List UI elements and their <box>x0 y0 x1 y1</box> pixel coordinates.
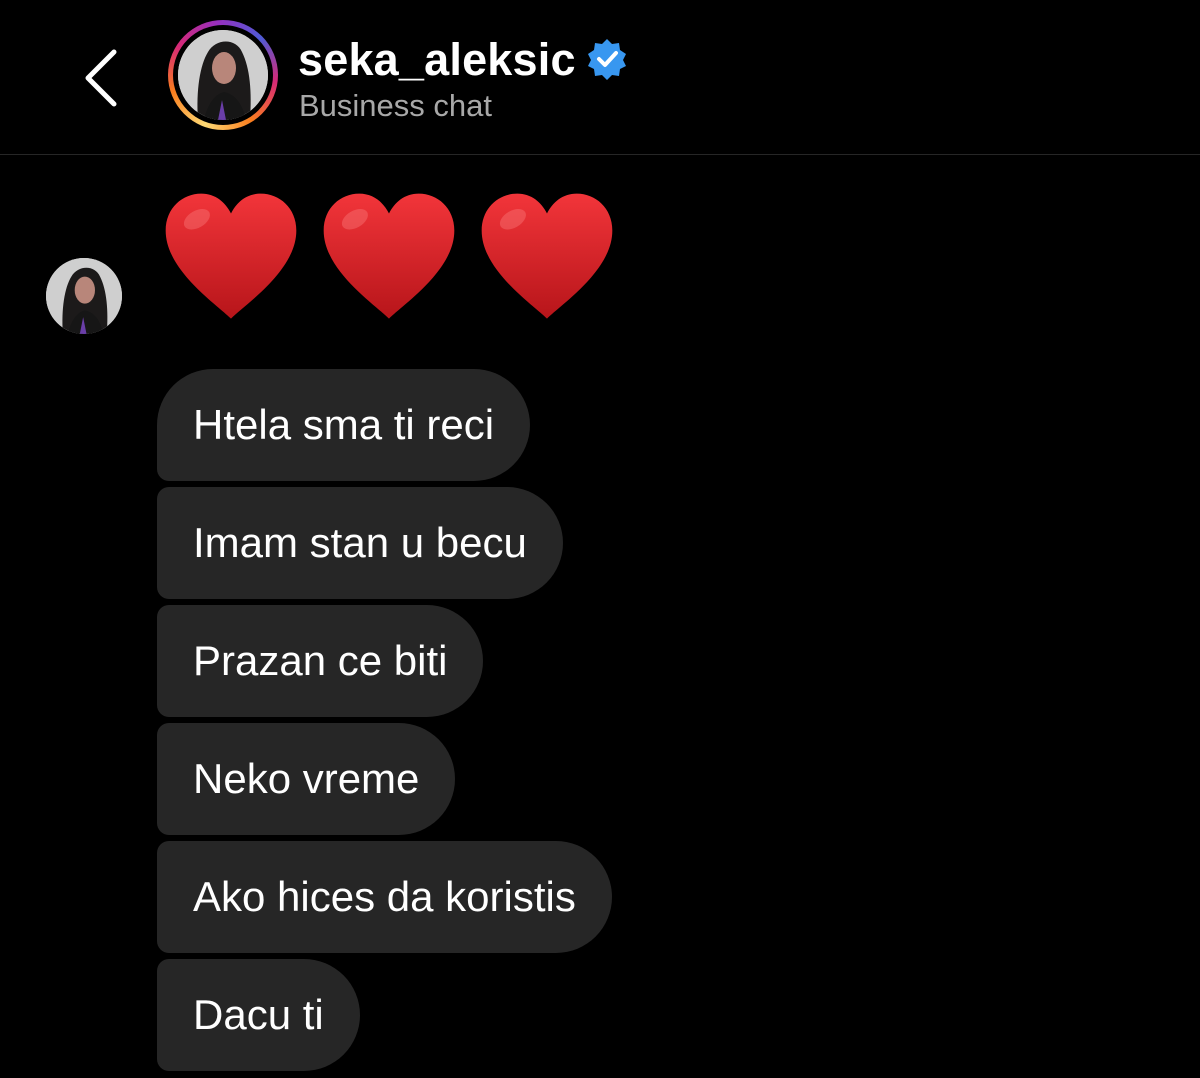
sender-avatar[interactable] <box>46 258 122 334</box>
message-bubble[interactable]: Neko vreme <box>157 723 456 835</box>
message-text: Imam stan u becu <box>193 519 527 566</box>
message-bubble[interactable]: Htela sma ti reci <box>157 369 531 481</box>
emoji-message[interactable] <box>160 188 618 330</box>
red-heart-icon <box>481 193 613 319</box>
message-text: Prazan ce biti <box>193 637 448 684</box>
message-text: Neko vreme <box>193 755 420 802</box>
chat-subtitle: Business chat <box>299 88 492 123</box>
message-text: Dacu ti <box>193 991 324 1038</box>
message-bubble[interactable]: Prazan ce biti <box>157 605 484 717</box>
message-text: Ako hices da koristis <box>193 873 576 920</box>
red-heart-icon <box>323 193 455 319</box>
chevron-left-icon <box>85 49 117 107</box>
chat-header: seka_aleksic Business chat <box>0 0 1200 155</box>
username: seka_aleksic <box>298 33 576 85</box>
header-avatar[interactable] <box>168 20 278 130</box>
profile-name-row[interactable]: seka_aleksic <box>298 30 628 88</box>
verified-badge-icon <box>587 39 626 80</box>
message-text: Htela sma ti reci <box>193 401 495 448</box>
message-bubble[interactable]: Imam stan u becu <box>157 487 563 599</box>
message-bubble[interactable]: Ako hices da koristis <box>157 841 612 953</box>
back-button[interactable] <box>72 40 132 116</box>
red-heart-icon <box>165 193 297 319</box>
message-bubble[interactable]: Dacu ti <box>157 959 360 1071</box>
